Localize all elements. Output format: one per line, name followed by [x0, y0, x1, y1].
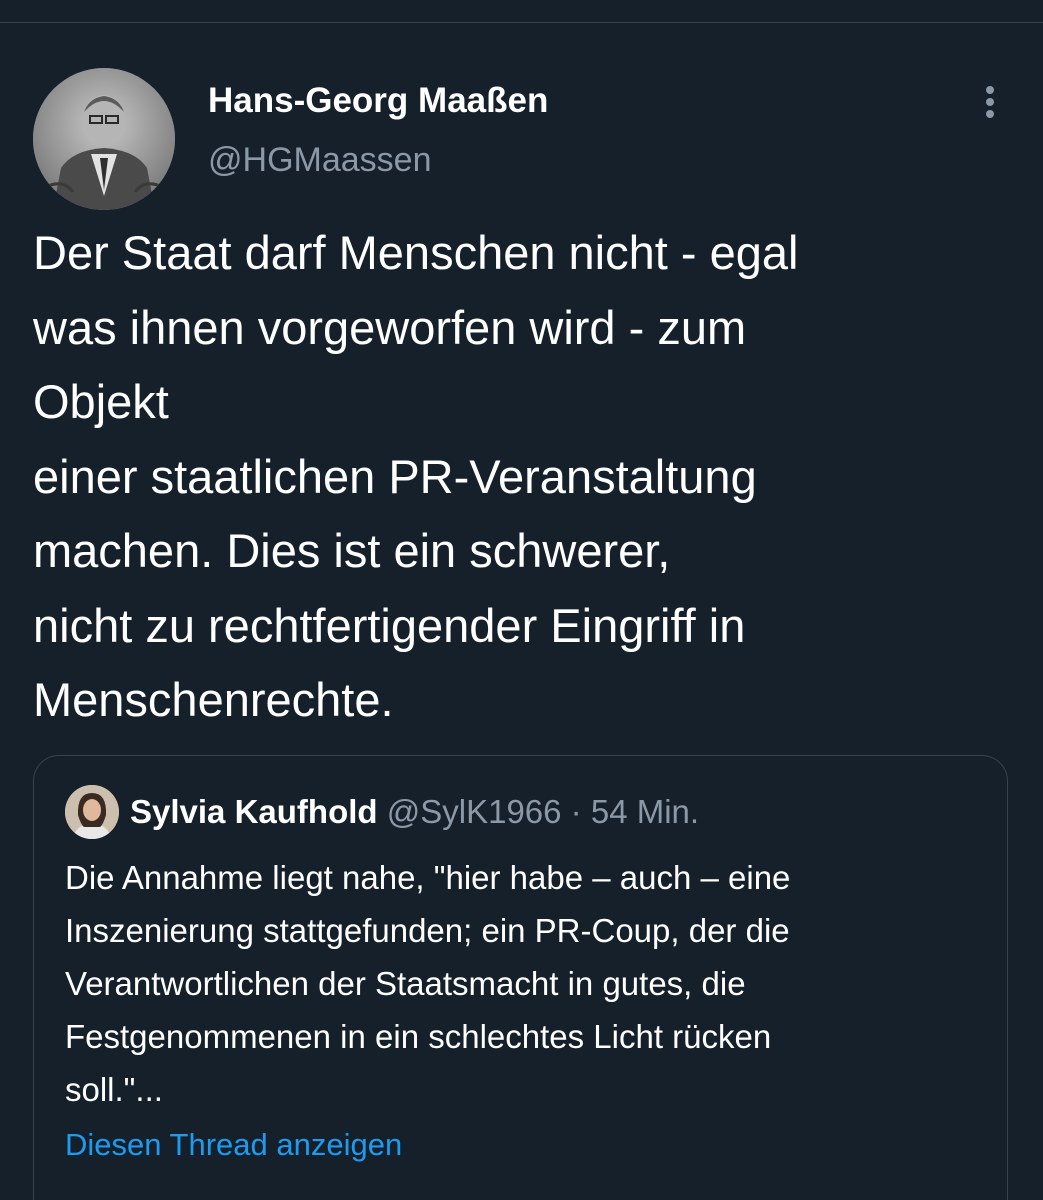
author-handle[interactable]: @HGMaassen	[208, 137, 431, 183]
quoted-tweet-header: Sylvia Kaufhold @SylK1966 · 54 Min.	[130, 790, 699, 834]
quoted-tweet-card[interactable]: Sylvia Kaufhold @SylK1966 · 54 Min. Die …	[33, 755, 1008, 1200]
quoted-author-handle: @SylK1966	[386, 793, 562, 830]
quoted-author-name: Sylvia Kaufhold	[130, 793, 378, 830]
more-options-button[interactable]	[972, 80, 1008, 124]
show-thread-link[interactable]: Diesen Thread anzeigen	[65, 1123, 402, 1167]
avatar-sketch	[33, 68, 175, 210]
quoted-avatar-photo	[65, 785, 119, 839]
top-divider	[0, 22, 1043, 23]
quoted-author-avatar	[65, 785, 119, 839]
quoted-timestamp: 54 Min.	[590, 793, 700, 830]
author-avatar[interactable]	[33, 68, 175, 210]
tweet-text: Der Staat darf Menschen nicht - egal was…	[33, 226, 799, 726]
quoted-tweet-text: Die Annahme liegt nahe, "hier habe – auc…	[65, 859, 791, 1108]
quoted-separator: ·	[570, 793, 582, 830]
more-vertical-icon-dot	[986, 110, 994, 118]
more-vertical-icon	[986, 86, 994, 94]
more-vertical-icon-dot	[986, 98, 994, 106]
author-name[interactable]: Hans-Georg Maaßen	[208, 78, 548, 124]
